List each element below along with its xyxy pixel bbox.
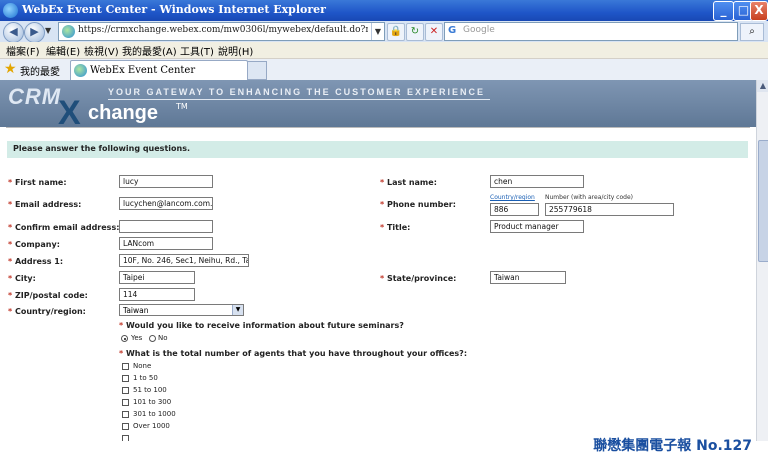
agents-option-none: None: [133, 362, 152, 370]
stop-icon[interactable]: ✕: [425, 23, 443, 41]
tagline-divider: [108, 99, 490, 100]
google-logo-icon: G: [448, 25, 457, 36]
agents-option-301-1000: 301 to 1000: [133, 410, 176, 418]
menu-help[interactable]: 說明(H): [218, 43, 253, 58]
footer-caption: 聯懋集團電子報 No.127: [0, 438, 768, 461]
address-toolbar: ◀ ▶ ▼ https://crmxchange.webex.com/mw030…: [0, 21, 768, 43]
agents-checkbox-1-50[interactable]: [122, 375, 129, 382]
email-label: * Email address:: [8, 200, 82, 209]
tab-label: WebEx Event Center: [90, 65, 196, 76]
agents-checkbox-51-100[interactable]: [122, 387, 129, 394]
search-icon[interactable]: ⌕: [740, 23, 764, 41]
ie-logo-icon: [3, 3, 18, 18]
country-select[interactable]: Taiwan ▼: [119, 304, 244, 316]
country-select-value: Taiwan: [123, 306, 149, 315]
company-label: * Company:: [8, 240, 60, 249]
zip-input[interactable]: 114: [119, 288, 195, 301]
new-tab-button[interactable]: [247, 61, 267, 80]
seminar-question: * Would you like to receive information …: [119, 321, 404, 330]
page-globe-icon: [62, 25, 75, 38]
agents-option-over-1000: Over 1000: [133, 422, 170, 430]
window-title: WebEx Event Center - Windows Internet Ex…: [22, 3, 326, 16]
confirm-email-input[interactable]: [119, 220, 213, 233]
agents-checkbox-301-1000[interactable]: [122, 411, 129, 418]
menu-view[interactable]: 檢視(V): [84, 43, 119, 58]
agents-option-101-300: 101 to 300: [133, 398, 172, 406]
agents-checkbox-none[interactable]: [122, 363, 129, 370]
menu-file[interactable]: 檔案(F): [6, 43, 40, 58]
favorites-label[interactable]: 我的最愛: [20, 63, 60, 78]
scroll-thumb[interactable]: [758, 140, 768, 262]
logo-tm: TM: [176, 102, 188, 111]
agents-option-1-50: 1 to 50: [133, 374, 158, 382]
favorites-star-icon[interactable]: ★: [4, 61, 17, 77]
last-name-input[interactable]: chen: [490, 175, 584, 188]
state-input[interactable]: Taiwan: [490, 271, 566, 284]
phone-country-code-input[interactable]: 886: [490, 203, 539, 216]
title-label: * Title:: [380, 223, 411, 232]
search-box[interactable]: G Google: [444, 22, 738, 41]
address1-input[interactable]: 10F, No. 246, Sec1, Neihu, Rd., Taip: [119, 254, 249, 267]
seminar-yes-label: Yes: [131, 334, 143, 342]
scroll-up-icon[interactable]: ▲: [757, 80, 768, 92]
chevron-down-icon: ▼: [232, 305, 243, 315]
menu-edit[interactable]: 編輯(E): [46, 43, 80, 58]
newsletter-caption: 聯懋集團電子報 No.127: [593, 438, 752, 454]
form-header: Please answer the following questions.: [7, 141, 748, 158]
zip-label: * ZIP/postal code:: [8, 291, 88, 300]
forward-button[interactable]: ▶: [24, 22, 45, 43]
address-dropdown-icon[interactable]: ▼: [371, 23, 384, 40]
title-input[interactable]: Product manager: [490, 220, 584, 233]
logo-change: change: [88, 102, 159, 124]
vertical-scrollbar[interactable]: ▲: [756, 80, 768, 441]
agents-checkbox-over-1000[interactable]: [122, 423, 129, 430]
agents-question: * What is the total number of agents tha…: [119, 349, 468, 358]
form-header-text: Please answer the following questions.: [13, 144, 190, 153]
address-bar[interactable]: https://crmxchange.webex.com/mw0306l/myw…: [58, 22, 385, 41]
tab-bar: ★ 我的最愛 WebEx Event Center: [0, 59, 768, 81]
country-label: * Country/region:: [8, 307, 86, 316]
seminar-yes-radio[interactable]: [121, 335, 128, 342]
confirm-email-label: * Confirm email address:: [8, 223, 120, 232]
phone-label: * Phone number:: [380, 200, 456, 209]
tab-webex-event-center[interactable]: WebEx Event Center: [70, 60, 248, 80]
crmxchange-banner: CRM X change TM YOUR GATEWAY TO ENHANCIN…: [0, 80, 756, 132]
menu-tools[interactable]: 工具(T): [180, 43, 214, 58]
lock-icon[interactable]: 🔒: [387, 23, 405, 41]
back-button[interactable]: ◀: [3, 22, 24, 43]
tab-globe-icon: [74, 64, 87, 77]
menu-favorites[interactable]: 我的最愛(A): [122, 43, 177, 58]
first-name-label: * First name:: [8, 178, 67, 187]
city-label: * City:: [8, 274, 36, 283]
last-name-label: * Last name:: [380, 178, 437, 187]
seminar-no-label: No: [158, 334, 168, 342]
form-top-border: [6, 127, 750, 131]
address1-label: * Address 1:: [8, 257, 64, 266]
refresh-icon[interactable]: ↻: [406, 23, 424, 41]
title-bar: WebEx Event Center - Windows Internet Ex…: [0, 0, 768, 21]
seminar-no-radio[interactable]: [149, 335, 156, 342]
menu-bar: 檔案(F) 編輯(E) 檢視(V) 我的最愛(A) 工具(T) 說明(H): [0, 42, 768, 59]
country-region-link[interactable]: Country/region: [490, 194, 535, 201]
history-dropdown-icon[interactable]: ▼: [45, 26, 51, 35]
registration-form: Please answer the following questions. *…: [0, 127, 756, 442]
phone-number-hint: Number (with area/city code): [545, 194, 633, 201]
first-name-input[interactable]: lucy: [119, 175, 213, 188]
banner-tagline: YOUR GATEWAY TO ENHANCING THE CUSTOMER E…: [108, 87, 486, 97]
minimize-button[interactable]: _: [713, 1, 734, 21]
agents-checkbox-101-300[interactable]: [122, 399, 129, 406]
close-button[interactable]: X: [750, 1, 768, 21]
agents-option-51-100: 51 to 100: [133, 386, 167, 394]
email-input[interactable]: lucychen@lancom.com.tw: [119, 197, 213, 210]
company-input[interactable]: LANcom: [119, 237, 213, 250]
search-placeholder: Google: [463, 25, 495, 35]
state-label: * State/province:: [380, 274, 457, 283]
logo-crm: CRM: [8, 84, 62, 109]
url-text: https://crmxchange.webex.com/mw0306l/myw…: [78, 25, 368, 35]
phone-number-input[interactable]: 255779618: [545, 203, 674, 216]
city-input[interactable]: Taipei: [119, 271, 195, 284]
